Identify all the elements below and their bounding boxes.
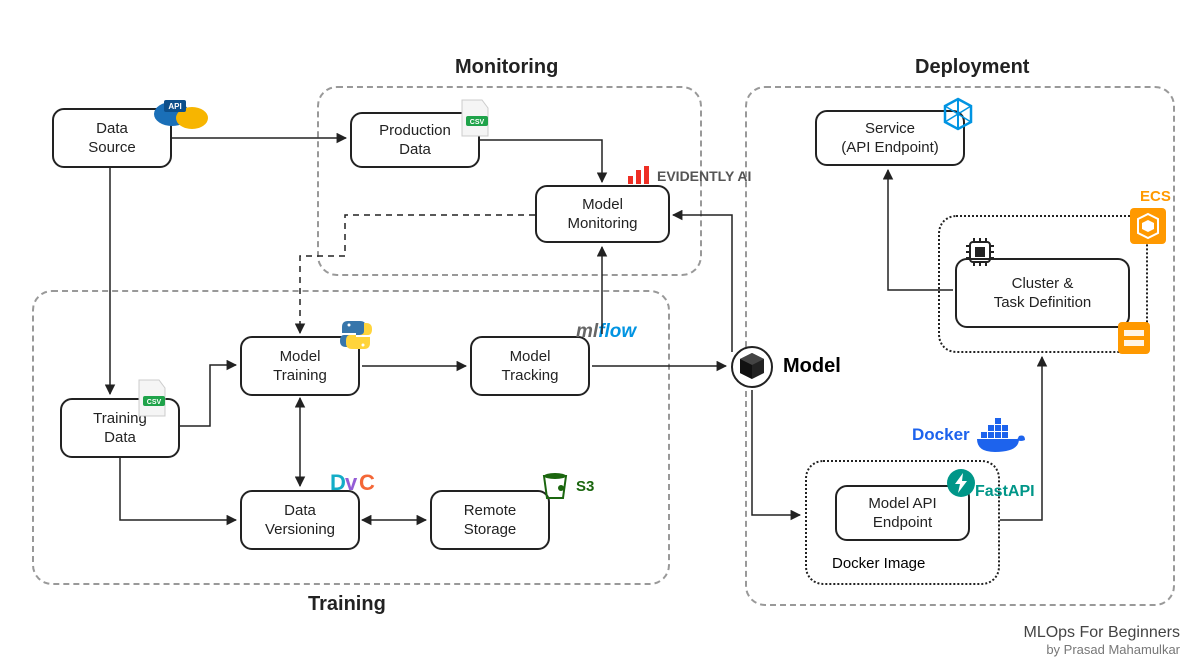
svg-text:API: API	[168, 102, 181, 111]
s3-bucket-icon	[540, 470, 570, 507]
model-monitoring-node: ModelMonitoring	[535, 185, 670, 243]
evidently-bars-icon	[628, 166, 654, 191]
footer: MLOps For Beginners by Prasad Mahamulkar	[1023, 624, 1180, 657]
training-title: Training	[308, 593, 386, 616]
s3-label: S3	[576, 478, 594, 495]
aws-orange-icon	[1116, 320, 1152, 361]
deployment-title: Deployment	[915, 56, 1029, 79]
footer-title: MLOps For Beginners	[1023, 624, 1180, 642]
svg-text:CSV: CSV	[470, 119, 485, 126]
api-cloud-icon: API	[152, 92, 212, 141]
fastapi-bolt-icon	[946, 468, 976, 503]
python-icon	[338, 317, 374, 358]
csv-file-icon-2: CSV	[135, 378, 169, 423]
docker-image-label: Docker Image	[832, 555, 925, 572]
csv-file-icon: CSV	[458, 98, 492, 143]
footer-author: by Prasad Mahamulkar	[1023, 642, 1180, 657]
model-label: Model	[783, 355, 841, 378]
aws-ecs-icon	[1128, 206, 1168, 251]
ecs-label: ECS	[1140, 188, 1171, 205]
remote-storage-node: RemoteStorage	[430, 490, 550, 550]
fastapi-label: FastAPI	[975, 483, 1035, 501]
docker-whale-icon	[975, 418, 1029, 463]
docker-label: Docker	[912, 425, 970, 445]
model-tracking-node: ModelTracking	[470, 336, 590, 396]
chip-icon	[962, 234, 998, 275]
mlflow-label: mlflow	[576, 321, 636, 343]
svg-text:D: D	[330, 470, 346, 495]
svg-text:CSV: CSV	[147, 399, 162, 406]
evidently-label: EVIDENTLY AI	[657, 168, 751, 184]
svg-text:v: v	[345, 470, 358, 495]
svg-text:C: C	[359, 470, 375, 495]
cube-icon	[730, 345, 774, 394]
monitoring-title: Monitoring	[455, 56, 558, 79]
dvc-icon: D v C	[330, 470, 380, 501]
hexagon-icon	[940, 96, 976, 137]
